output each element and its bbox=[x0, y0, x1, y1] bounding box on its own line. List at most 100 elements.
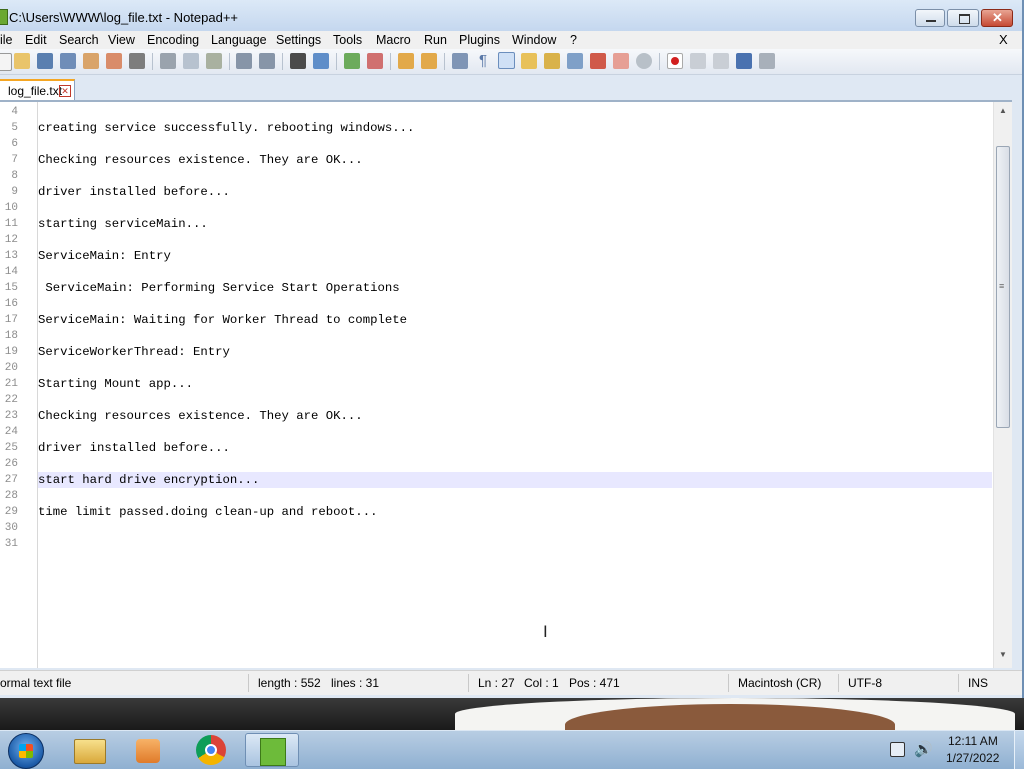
code-line[interactable]: time limit passed.doing clean-up and reb… bbox=[38, 505, 377, 519]
show-all-characters-icon[interactable]: ¶ bbox=[475, 53, 491, 69]
close-all-icon[interactable] bbox=[106, 53, 122, 69]
copy-icon[interactable] bbox=[183, 53, 199, 69]
redo-icon[interactable] bbox=[259, 53, 275, 69]
line-number: 6 bbox=[11, 138, 18, 150]
paste-icon[interactable] bbox=[206, 53, 222, 69]
code-line[interactable]: ServiceMain: Entry bbox=[38, 249, 171, 263]
code-line[interactable]: driver installed before... bbox=[38, 441, 230, 455]
tab-close-icon[interactable]: ✕ bbox=[59, 85, 71, 97]
menu-file[interactable]: ile bbox=[0, 33, 13, 47]
new-file-icon[interactable] bbox=[0, 53, 12, 71]
replace-icon[interactable] bbox=[313, 53, 329, 69]
code-line[interactable]: Checking resources existence. They are O… bbox=[38, 409, 363, 423]
sync-vertical-icon[interactable] bbox=[398, 53, 414, 69]
chrome-icon bbox=[196, 735, 226, 765]
code-line[interactable]: Starting Mount app... bbox=[38, 377, 193, 391]
status-divider bbox=[468, 674, 469, 692]
scrollbar-thumb[interactable]: ≡ bbox=[996, 146, 1010, 428]
toolbar-separator bbox=[229, 53, 230, 70]
menu-plugins[interactable]: Plugins bbox=[459, 33, 500, 47]
document-map-icon[interactable] bbox=[544, 53, 560, 69]
menu-search[interactable]: Search bbox=[59, 33, 99, 47]
action-center-icon[interactable] bbox=[890, 742, 905, 757]
menu-run[interactable]: Run bbox=[424, 33, 447, 47]
taskbar-media-player[interactable] bbox=[122, 733, 176, 767]
menu-view[interactable]: View bbox=[108, 33, 135, 47]
menu-macro[interactable]: Macro bbox=[376, 33, 411, 47]
menu-language[interactable]: Language bbox=[211, 33, 267, 47]
code-line[interactable]: Checking resources existence. They are O… bbox=[38, 153, 363, 167]
close-window-button[interactable]: ✕ bbox=[981, 9, 1013, 27]
line-number: 21 bbox=[4, 378, 18, 390]
open-file-icon[interactable] bbox=[14, 53, 30, 69]
menu-settings[interactable]: Settings bbox=[276, 33, 321, 47]
undo-icon[interactable] bbox=[236, 53, 252, 69]
status-insert-mode[interactable]: INS bbox=[968, 676, 988, 690]
find-icon[interactable] bbox=[290, 53, 306, 69]
show-desktop-button[interactable] bbox=[1014, 731, 1024, 769]
taskbar-chrome[interactable] bbox=[184, 733, 238, 767]
zoom-out-icon[interactable] bbox=[367, 53, 383, 69]
record-macro-icon[interactable] bbox=[667, 53, 683, 69]
clock-date[interactable]: 1/27/2022 bbox=[946, 751, 999, 765]
function-list-icon[interactable] bbox=[567, 53, 583, 69]
toolbar-separator bbox=[152, 53, 153, 70]
run-macro-multiple-icon[interactable] bbox=[736, 53, 752, 69]
code-line[interactable]: start hard drive encryption... bbox=[38, 473, 259, 487]
code-line[interactable]: creating service successfully. rebooting… bbox=[38, 121, 414, 135]
code-line[interactable]: driver installed before... bbox=[38, 185, 230, 199]
start-button[interactable] bbox=[8, 733, 44, 769]
code-line[interactable]: ServiceMain: Performing Service Start Op… bbox=[38, 281, 399, 295]
line-number: 25 bbox=[4, 442, 18, 454]
menu-encoding[interactable]: Encoding bbox=[147, 33, 199, 47]
line-number: 16 bbox=[4, 298, 18, 310]
status-divider bbox=[728, 674, 729, 692]
indent-guide-icon[interactable] bbox=[498, 52, 515, 69]
title-bar[interactable]: C:\Users\WWW\log_file.txt - Notepad++ ✕ bbox=[0, 0, 1022, 33]
language-folder-icon[interactable] bbox=[521, 53, 537, 69]
notepadpp-app-icon[interactable] bbox=[0, 9, 8, 25]
text-editor[interactable]: 4 5 6 7 8 9 10 11 12 13 14 15 16 17 18 19 20 21 22 23 24 25 26… bbox=[0, 100, 1012, 668]
menu-window[interactable]: Window bbox=[512, 33, 556, 47]
vertical-scrollbar[interactable]: ▲ ≡ ▼ bbox=[993, 102, 1012, 668]
menu-help[interactable]: ? bbox=[570, 33, 577, 47]
clock-time[interactable]: 12:11 AM bbox=[948, 734, 998, 748]
close-document-button[interactable]: X bbox=[999, 32, 1008, 47]
line-number: 24 bbox=[4, 426, 18, 438]
eye-icon[interactable] bbox=[636, 53, 652, 69]
line-number: 9 bbox=[11, 186, 18, 198]
status-encoding[interactable]: UTF-8 bbox=[848, 676, 882, 690]
volume-icon[interactable]: 🔊 bbox=[914, 740, 933, 758]
maximize-button[interactable] bbox=[947, 9, 979, 27]
play-macro-icon[interactable] bbox=[713, 53, 729, 69]
minimize-button[interactable] bbox=[915, 9, 945, 27]
monitoring-icon[interactable] bbox=[613, 53, 629, 69]
scroll-up-arrow-icon[interactable]: ▲ bbox=[999, 106, 1007, 115]
code-line[interactable]: starting serviceMain... bbox=[38, 217, 208, 231]
folder-as-workspace-icon[interactable] bbox=[590, 53, 606, 69]
status-eol[interactable]: Macintosh (CR) bbox=[738, 676, 821, 690]
line-number: 10 bbox=[4, 202, 18, 214]
print-icon[interactable] bbox=[129, 53, 145, 69]
taskbar-explorer[interactable] bbox=[62, 733, 116, 767]
sync-horizontal-icon[interactable] bbox=[421, 53, 437, 69]
scroll-down-arrow-icon[interactable]: ▼ bbox=[999, 650, 1007, 659]
tab-log-file[interactable]: log_file.txt ✕ bbox=[0, 79, 75, 100]
cut-icon[interactable] bbox=[160, 53, 176, 69]
close-file-icon[interactable] bbox=[83, 53, 99, 69]
code-line[interactable]: ServiceWorkerThread: Entry bbox=[38, 345, 230, 359]
menu-edit[interactable]: Edit bbox=[25, 33, 47, 47]
zoom-in-icon[interactable] bbox=[344, 53, 360, 69]
stop-macro-icon[interactable] bbox=[690, 53, 706, 69]
code-line[interactable]: ServiceMain: Waiting for Worker Thread t… bbox=[38, 313, 407, 327]
save-macro-icon[interactable] bbox=[759, 53, 775, 69]
line-number: 23 bbox=[4, 410, 18, 422]
line-number: 26 bbox=[4, 458, 18, 470]
taskbar-notepadpp[interactable] bbox=[245, 733, 299, 767]
menu-tools[interactable]: Tools bbox=[333, 33, 362, 47]
save-all-icon[interactable] bbox=[60, 53, 76, 69]
line-number: 29 bbox=[4, 506, 18, 518]
word-wrap-icon[interactable] bbox=[452, 53, 468, 69]
tab-bar: log_file.txt ✕ bbox=[0, 76, 1022, 100]
save-icon[interactable] bbox=[37, 53, 53, 69]
